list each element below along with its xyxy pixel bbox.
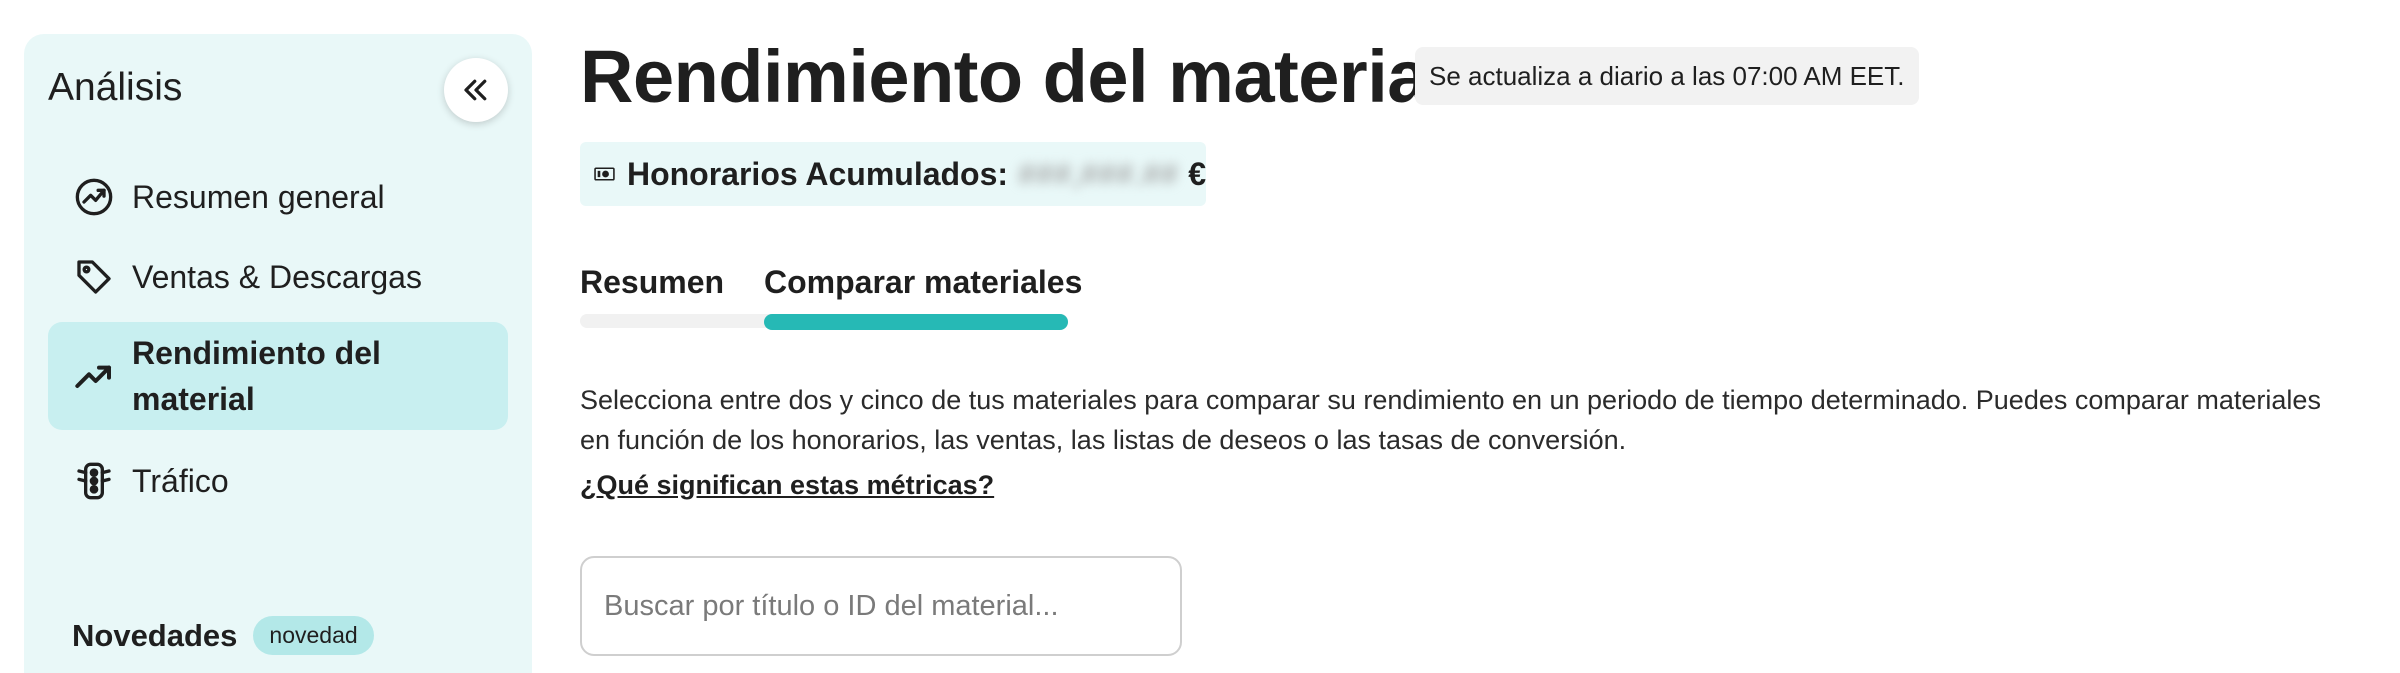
sidebar-item-label: Tráfico xyxy=(132,462,229,499)
page-title: Rendimiento del material xyxy=(580,35,1448,118)
sidebar-item-material-performance[interactable]: Rendimiento del material xyxy=(48,322,508,430)
sidebar: Análisis Resumen general Ventas & Descar… xyxy=(24,34,532,673)
chart-trend-circle-icon xyxy=(72,175,116,219)
fees-value: ###,###.## xyxy=(1018,155,1179,192)
material-search-input[interactable] xyxy=(580,556,1182,656)
trending-up-icon xyxy=(72,354,116,398)
tab-bar: Resumen Comparar materiales xyxy=(580,264,1082,330)
tab-summary[interactable]: Resumen xyxy=(580,264,724,301)
sidebar-item-label: Resumen general xyxy=(132,178,385,215)
compare-description: Selecciona entre dos y cinco de tus mate… xyxy=(580,385,2321,455)
sidebar-item-sales[interactable]: Ventas & Descargas xyxy=(48,246,508,308)
collapse-sidebar-button[interactable] xyxy=(444,58,508,122)
sidebar-item-overview[interactable]: Resumen general xyxy=(48,166,508,228)
fees-label: Honorarios Acumulados: xyxy=(626,155,1009,192)
news-title: Novedades xyxy=(72,617,238,653)
traffic-light-icon xyxy=(72,459,116,503)
update-schedule-note: Se actualiza a diario a las 07:00 AM EET… xyxy=(1415,47,1919,105)
sidebar-item-label: Rendimiento del material xyxy=(132,335,381,417)
news-section[interactable]: Novedades novedad xyxy=(72,616,374,655)
accumulated-fees-banner: Honorarios Acumulados: ###,###.## € xyxy=(580,142,1206,206)
active-tab-indicator xyxy=(764,314,1068,330)
sidebar-title: Análisis xyxy=(48,66,183,109)
fees-currency: € xyxy=(1188,155,1206,192)
double-chevron-left-icon xyxy=(464,79,487,101)
metrics-help-link[interactable]: ¿Qué significan estas métricas? xyxy=(580,470,994,501)
sidebar-item-traffic[interactable]: Tráfico xyxy=(48,450,508,512)
money-bill-icon xyxy=(594,167,615,181)
tag-icon xyxy=(72,255,116,299)
tab-compare-materials[interactable]: Comparar materiales xyxy=(764,264,1082,301)
new-badge: novedad xyxy=(253,616,374,655)
sidebar-item-label: Ventas & Descargas xyxy=(132,258,422,295)
